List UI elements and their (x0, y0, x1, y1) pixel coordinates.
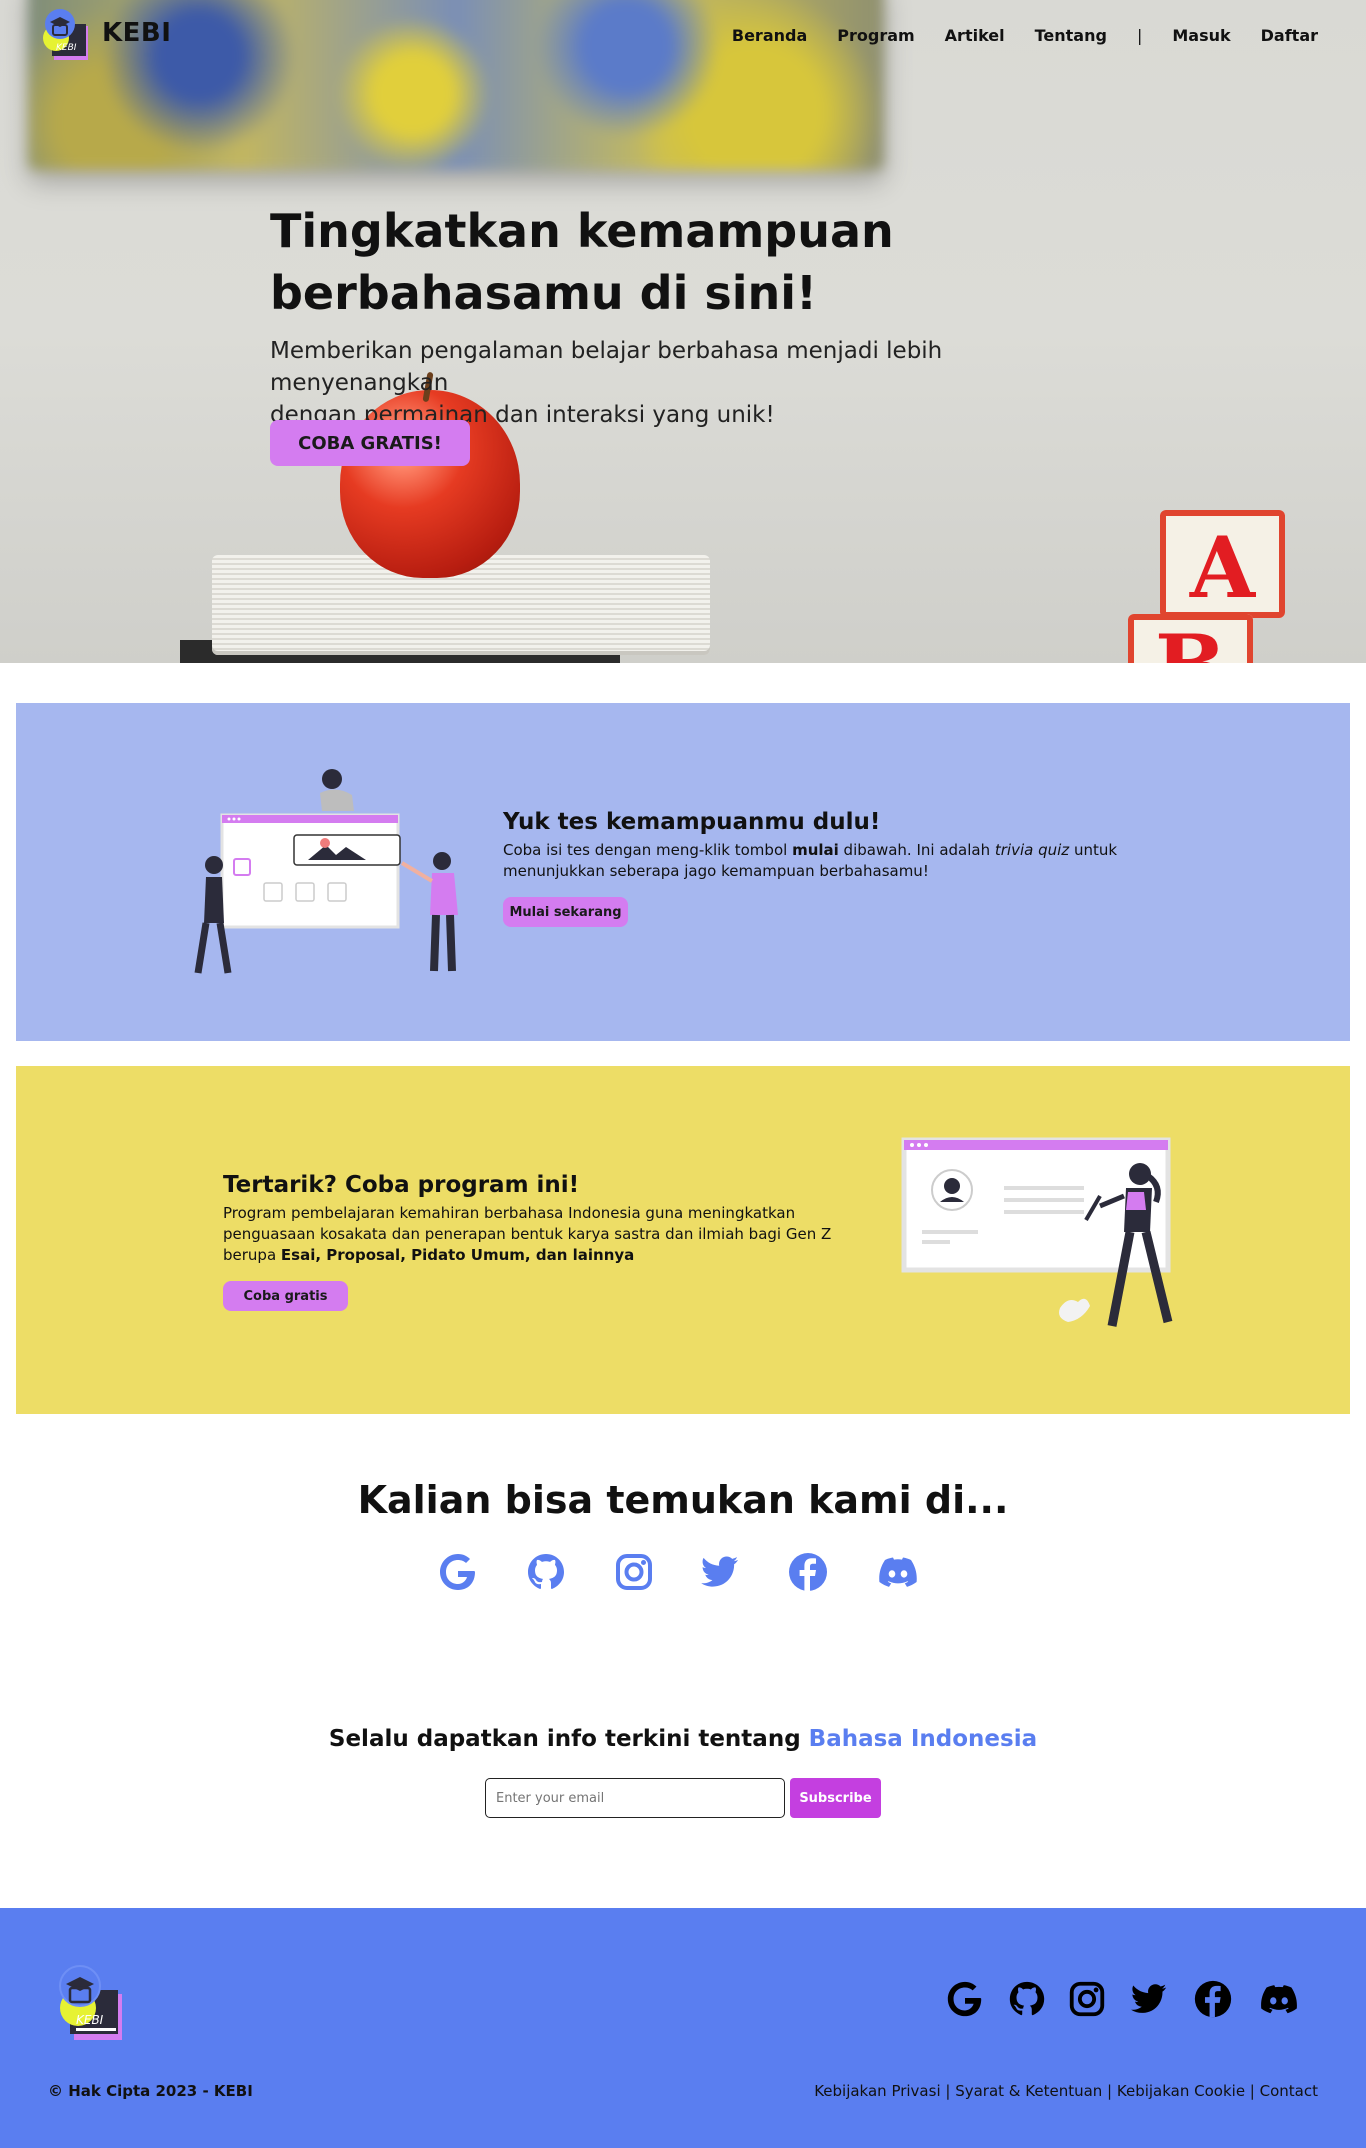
discord-icon[interactable] (876, 1550, 920, 1594)
github-icon[interactable] (1006, 1978, 1048, 2020)
nav-item-artikel[interactable]: Artikel (945, 26, 1005, 45)
hero-title: Tingkatkan kemampuan berbahasamu di sini… (270, 200, 970, 324)
test-description: Coba isi tes dengan meng-klik tombol mul… (503, 840, 1123, 882)
footer-social-links (944, 1978, 1314, 2024)
email-field[interactable] (485, 1778, 785, 1818)
nav-item-program[interactable]: Program (837, 26, 914, 45)
subscribe-button[interactable]: Subscribe (790, 1778, 881, 1818)
hero-section: A B KEBI KEBI Beranda Program Artikel Te… (0, 0, 1366, 663)
social-title: Kalian bisa temukan kami di... (357, 1478, 1009, 1522)
nav-divider: | (1136, 26, 1143, 45)
start-now-button[interactable]: Mulai sekarang (503, 897, 628, 927)
hero-background-letter-block: A (1160, 510, 1285, 618)
test-description-italic: trivia quiz (994, 841, 1070, 859)
google-icon[interactable] (436, 1550, 480, 1594)
teaching-illustration (901, 1137, 1173, 1327)
program-section: Tertarik? Coba program ini! Program pemb… (16, 1066, 1350, 1414)
newsletter-title-prefix: Selalu dapatkan info terkini tentang (328, 1726, 809, 1752)
twitter-icon[interactable] (698, 1550, 742, 1594)
footer-links[interactable]: Kebijakan Privasi | Syarat & Ketentuan |… (814, 2082, 1318, 2100)
instagram-icon[interactable] (612, 1550, 656, 1594)
nav-item-masuk[interactable]: Masuk (1172, 26, 1230, 45)
program-description: Program pembelajaran kemahiran berbahasa… (223, 1203, 873, 1266)
google-icon[interactable] (944, 1978, 986, 2020)
program-title: Tertarik? Coba program ini! (223, 1172, 580, 1198)
top-navbar: KEBI KEBI Beranda Program Artikel Tentan… (0, 0, 1366, 72)
test-title: Yuk tes kemampuanmu dulu! (503, 809, 881, 835)
test-description-text: dibawah. Ini adalah (838, 841, 995, 859)
instagram-icon[interactable] (1066, 1978, 1108, 2020)
try-free-small-button[interactable]: Coba gratis (223, 1281, 348, 1311)
hero-background-letter-block: B (1128, 614, 1253, 663)
facebook-icon[interactable] (1192, 1978, 1234, 2020)
copyright-text: © Hak Cipta 2023 - KEBI (48, 2082, 253, 2100)
nav-item-tentang[interactable]: Tentang (1035, 26, 1107, 45)
newsletter-title: Selalu dapatkan info terkini tentang Bah… (0, 1726, 1366, 1752)
test-description-bold: mulai (792, 841, 839, 859)
brand-name[interactable]: KEBI (102, 18, 171, 48)
block-letter: A (1189, 518, 1256, 617)
nav-item-beranda[interactable]: Beranda (732, 26, 807, 45)
kebi-logo[interactable]: KEBI (42, 8, 90, 62)
try-free-button[interactable]: COBA GRATIS! (270, 420, 470, 466)
svg-text:KEBI: KEBI (56, 43, 77, 53)
hero-subtitle-line: Memberikan pengalaman belajar berbahasa … (270, 338, 943, 396)
program-description-bold: Esai, Proposal, Pidato Umum, dan lainnya (280, 1246, 635, 1264)
nav-item-daftar[interactable]: Daftar (1261, 26, 1318, 45)
discord-icon[interactable] (1258, 1978, 1300, 2020)
hero-title-line: Tingkatkan kemampuan (270, 204, 894, 258)
quiz-illustration (194, 769, 458, 974)
footer: KEBI © Hak Cipta 2023 - KEBI Kebijakan P… (0, 1908, 1366, 2148)
social-links (436, 1550, 936, 1596)
block-letter: B (1128, 616, 1253, 663)
newsletter-title-accent: Bahasa Indonesia (808, 1726, 1038, 1752)
hero-title-line: berbahasamu di sini! (270, 266, 818, 320)
twitter-icon[interactable] (1128, 1978, 1170, 2020)
hero-subtitle: Memberikan pengalaman belajar berbahasa … (270, 335, 1090, 431)
footer-kebi-logo[interactable]: KEBI (56, 1964, 124, 2042)
svg-text:KEBI: KEBI (76, 2013, 104, 2027)
github-icon[interactable] (524, 1550, 568, 1594)
nav-menu: Beranda Program Artikel Tentang | Masuk … (732, 26, 1318, 45)
test-section: Yuk tes kemampuanmu dulu! Coba isi tes d… (16, 703, 1350, 1041)
facebook-icon[interactable] (786, 1550, 830, 1594)
test-description-text: Coba isi tes dengan meng-klik tombol (503, 841, 793, 859)
